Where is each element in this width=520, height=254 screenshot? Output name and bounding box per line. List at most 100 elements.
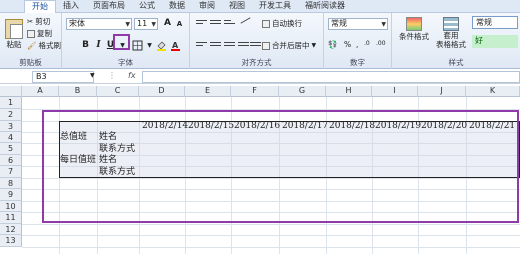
highlight-annotation-box: [42, 110, 519, 223]
styles-group: 条件格式 套用 表格格式 常规 好 样式: [392, 13, 520, 69]
number-group: 常规 ▼ 💱 % , .0 .00 数字: [324, 13, 392, 69]
shrink-font-button[interactable]: A: [174, 19, 185, 30]
chevron-down-icon: ▼: [151, 21, 156, 28]
tab-data[interactable]: 数据: [162, 0, 192, 12]
styles-group-label: 样式: [448, 58, 464, 67]
row-header-1[interactable]: 1: [0, 97, 22, 109]
conditional-formatting-button[interactable]: 条件格式: [396, 17, 432, 42]
column-header-f[interactable]: F: [231, 86, 279, 97]
paste-button[interactable]: 粘贴: [4, 19, 24, 50]
row-header-6[interactable]: 6: [0, 155, 22, 166]
tab-page-layout[interactable]: 页面布局: [86, 0, 132, 12]
format-painter-button[interactable]: 🖌 格式刷: [27, 40, 61, 51]
chevron-down-icon: ▼: [311, 42, 317, 49]
row-header-13[interactable]: 13: [0, 235, 22, 247]
shrink-font-icon: A: [176, 20, 183, 28]
cut-button[interactable]: ✂ 剪切: [27, 16, 50, 27]
fill-color-button[interactable]: [156, 40, 167, 51]
row-header-11[interactable]: 11: [0, 212, 22, 224]
format-painter-label: 格式刷: [38, 41, 62, 50]
select-all-corner[interactable]: [0, 86, 22, 97]
font-size-select[interactable]: 11 ▼: [134, 18, 158, 30]
comma-button[interactable]: ,: [356, 40, 358, 49]
row-header-4[interactable]: 4: [0, 132, 22, 143]
wrap-text-button[interactable]: 自动换行: [262, 18, 302, 29]
insert-function-button[interactable]: fx: [128, 71, 136, 80]
copy-icon: [27, 29, 35, 38]
column-header-j[interactable]: J: [418, 86, 466, 97]
column-header-g[interactable]: G: [279, 86, 326, 97]
tab-foxit-reader[interactable]: 福昕阅读器: [298, 0, 352, 12]
currency-icon: 💱: [328, 40, 338, 49]
borders-button[interactable]: [132, 40, 143, 51]
column-header-k[interactable]: K: [466, 86, 520, 97]
number-format-select[interactable]: 常规 ▼: [328, 18, 388, 30]
ribbon-tabs: 开始 插入 页面布局 公式 数据 审阅 视图 开发工具 福昕阅读器: [0, 0, 520, 13]
font-color-button[interactable]: A: [170, 40, 181, 51]
row-header-2[interactable]: 2: [0, 109, 22, 121]
align-left-icon[interactable]: [196, 42, 207, 50]
tab-review[interactable]: 审阅: [192, 0, 222, 12]
merge-center-label: 合并后居中: [272, 41, 310, 50]
font-size-value: 11: [137, 19, 148, 28]
tab-view[interactable]: 视图: [222, 0, 252, 12]
column-header-d[interactable]: D: [139, 86, 185, 97]
align-bottom-icon[interactable]: [224, 20, 235, 28]
tab-insert[interactable]: 插入: [56, 0, 86, 12]
column-header-e[interactable]: E: [185, 86, 231, 97]
column-header-c[interactable]: C: [97, 86, 139, 97]
number-format-value: 常规: [331, 19, 347, 28]
column-header-b[interactable]: B: [59, 86, 97, 97]
borders-dropdown[interactable]: ▼: [144, 40, 155, 51]
align-right-icon[interactable]: [224, 42, 235, 50]
row-header-5[interactable]: 5: [0, 143, 22, 155]
column-header-h[interactable]: H: [326, 86, 372, 97]
paste-icon: [5, 19, 23, 39]
increase-decimal-button[interactable]: .0: [364, 40, 370, 47]
align-middle-icon[interactable]: [210, 20, 221, 28]
cut-label: 剪切: [35, 17, 51, 26]
scissors-icon: ✂: [27, 17, 34, 26]
bold-button[interactable]: B: [80, 40, 91, 51]
merge-center-button[interactable]: 合并后居中 ▼: [262, 40, 316, 51]
row-header-7[interactable]: 7: [0, 166, 22, 178]
formula-input[interactable]: [142, 71, 520, 83]
grow-font-button[interactable]: A: [162, 18, 173, 29]
clipboard-group-label: 剪贴板: [19, 58, 42, 67]
style-normal-cell[interactable]: 常规: [472, 16, 518, 29]
column-header-a[interactable]: A: [22, 86, 59, 97]
merge-icon: [262, 41, 270, 50]
comma-icon: ,: [356, 40, 359, 49]
decrease-indent-icon[interactable]: [238, 42, 249, 50]
borders-icon: [132, 40, 143, 51]
orientation-icon[interactable]: [240, 17, 251, 28]
row-header-10[interactable]: 10: [0, 201, 22, 212]
percent-icon: %: [344, 40, 352, 49]
name-box[interactable]: B3: [32, 71, 94, 83]
decrease-decimal-button[interactable]: .00: [376, 40, 386, 47]
format-as-table-label: 套用: [443, 31, 459, 40]
increase-indent-icon[interactable]: [250, 42, 261, 50]
format-as-table-button[interactable]: 套用 表格格式: [432, 17, 470, 49]
copy-button[interactable]: 复制: [27, 28, 52, 39]
column-header-i[interactable]: I: [372, 86, 418, 97]
paste-label: 粘贴: [6, 40, 22, 49]
row-header-9[interactable]: 9: [0, 189, 22, 201]
conditional-formatting-label: 条件格式: [399, 32, 429, 41]
tab-home[interactable]: 开始: [24, 0, 56, 13]
borders-button-highlight: [113, 34, 130, 50]
align-center-icon[interactable]: [210, 42, 221, 50]
currency-button[interactable]: 💱: [328, 40, 337, 49]
row-header-3[interactable]: 3: [0, 121, 22, 132]
row-header-12[interactable]: 12: [0, 224, 22, 235]
font-name-select[interactable]: 宋体 ▼: [66, 18, 132, 30]
percent-button[interactable]: %: [344, 40, 351, 49]
decrease-decimal-icon: .00: [376, 40, 386, 47]
style-good-cell[interactable]: 好: [472, 35, 518, 48]
row-header-8[interactable]: 8: [0, 178, 22, 189]
chevron-down-icon[interactable]: ▼: [90, 72, 95, 79]
italic-button[interactable]: I: [93, 40, 104, 51]
tab-developer[interactable]: 开发工具: [252, 0, 298, 12]
align-top-icon[interactable]: [196, 20, 207, 28]
tab-formulas[interactable]: 公式: [132, 0, 162, 12]
